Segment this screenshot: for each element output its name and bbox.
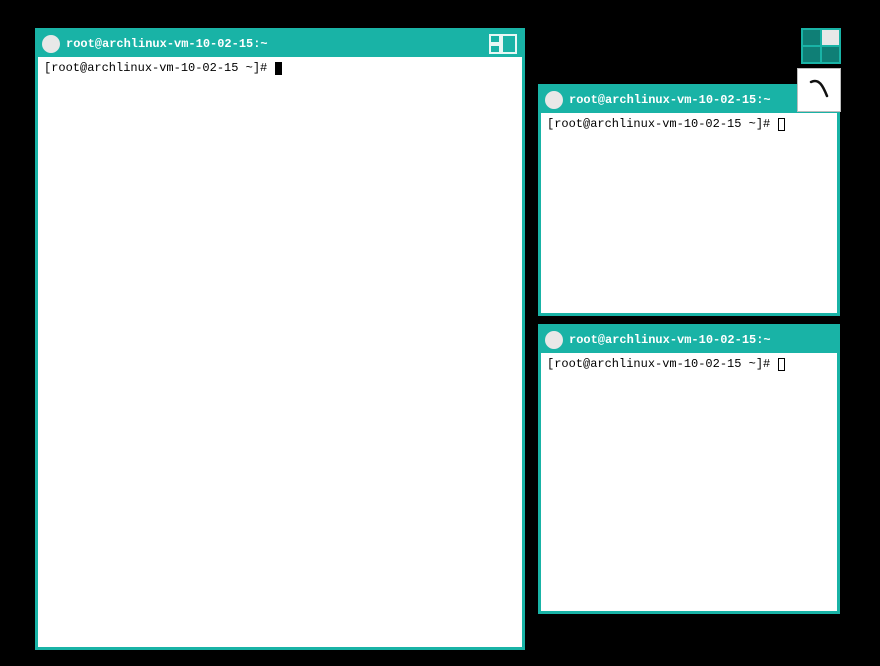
cursor-icon <box>778 118 785 131</box>
pager-cell-1[interactable] <box>822 30 839 45</box>
prompt: [root@archlinux-vm-10-02-15 ~]# <box>547 117 777 131</box>
terminal-window[interactable]: root@archlinux-vm-10-02-15:~ [root@archl… <box>35 28 525 650</box>
window-title: root@archlinux-vm-10-02-15:~ <box>569 333 771 347</box>
prompt: [root@archlinux-vm-10-02-15 ~]# <box>547 357 777 371</box>
workspace-pager[interactable] <box>801 28 841 64</box>
terminal-body[interactable]: [root@archlinux-vm-10-02-15 ~]# <box>38 57 522 647</box>
window-title: root@archlinux-vm-10-02-15:~ <box>569 93 771 107</box>
pager-cell-0[interactable] <box>803 30 820 45</box>
terminal-body[interactable]: [root@archlinux-vm-10-02-15 ~]# <box>541 353 837 611</box>
terminal-window[interactable]: root@archlinux-vm-10-02-15:~ [root@archl… <box>538 84 840 316</box>
window-controls-icon[interactable] <box>488 33 518 55</box>
titlebar[interactable]: root@archlinux-vm-10-02-15:~ <box>38 31 522 57</box>
titlebar[interactable]: root@archlinux-vm-10-02-15:~ <box>541 327 837 353</box>
window-menu-icon[interactable] <box>545 91 563 109</box>
window-title: root@archlinux-vm-10-02-15:~ <box>66 37 268 51</box>
terminal-window[interactable]: root@archlinux-vm-10-02-15:~ [root@archl… <box>538 324 840 614</box>
terminal-icon <box>805 76 833 104</box>
pager-cell-3[interactable] <box>822 47 839 62</box>
cursor-icon <box>778 358 785 371</box>
titlebar[interactable]: root@archlinux-vm-10-02-15:~ <box>541 87 837 113</box>
window-menu-icon[interactable] <box>42 35 60 53</box>
window-menu-icon[interactable] <box>545 331 563 349</box>
pager-cell-2[interactable] <box>803 47 820 62</box>
cursor-icon <box>275 62 282 75</box>
prompt: [root@archlinux-vm-10-02-15 ~]# <box>44 61 274 75</box>
terminal-launcher[interactable] <box>797 68 841 112</box>
terminal-body[interactable]: [root@archlinux-vm-10-02-15 ~]# <box>541 113 837 313</box>
